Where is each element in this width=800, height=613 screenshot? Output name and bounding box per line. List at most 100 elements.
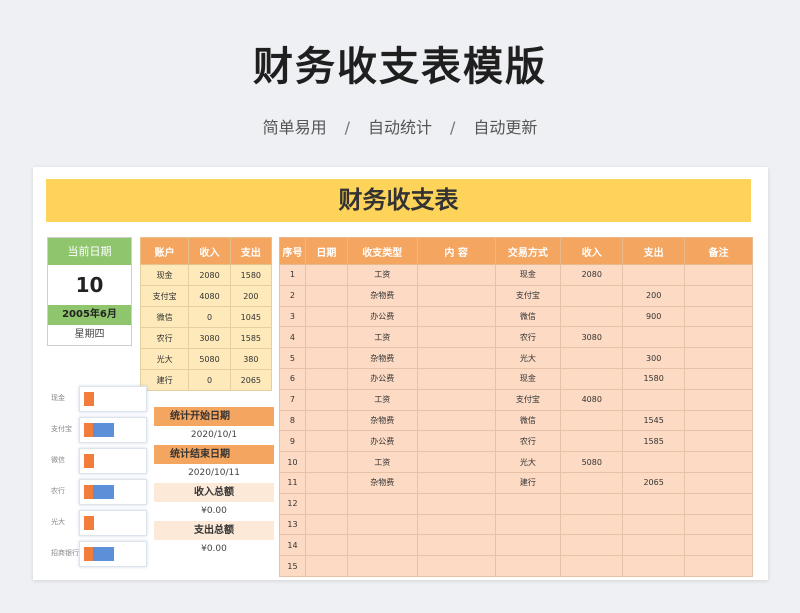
table-cell[interactable] bbox=[416, 471, 496, 494]
stat-start-value[interactable]: 2020/10/1 bbox=[154, 426, 274, 445]
table-cell[interactable]: 2065 bbox=[229, 369, 273, 391]
table-cell[interactable] bbox=[304, 409, 348, 432]
table-cell[interactable] bbox=[416, 492, 496, 515]
table-cell[interactable] bbox=[622, 451, 686, 473]
table-cell[interactable] bbox=[560, 284, 624, 307]
table-cell[interactable] bbox=[304, 451, 348, 473]
table-cell[interactable]: 工资 bbox=[346, 388, 418, 411]
table-cell[interactable]: 12 bbox=[279, 492, 306, 515]
table-cell[interactable] bbox=[560, 367, 624, 390]
table-cell[interactable]: 工资 bbox=[346, 326, 418, 349]
table-cell[interactable]: 7 bbox=[279, 388, 306, 411]
table-cell[interactable]: 现金 bbox=[494, 367, 562, 390]
table-cell[interactable] bbox=[560, 409, 624, 432]
table-cell[interactable] bbox=[684, 284, 753, 307]
table-cell[interactable]: 3080 bbox=[188, 327, 231, 349]
table-cell[interactable]: 11 bbox=[279, 471, 306, 494]
table-cell[interactable] bbox=[416, 513, 496, 536]
table-cell[interactable]: 0 bbox=[188, 369, 231, 391]
table-cell[interactable]: 支付宝 bbox=[139, 285, 190, 307]
table-cell[interactable] bbox=[560, 305, 624, 328]
table-cell[interactable] bbox=[304, 513, 348, 536]
table-cell[interactable] bbox=[304, 534, 348, 557]
table-cell[interactable] bbox=[684, 367, 753, 390]
table-cell[interactable]: 杂物费 bbox=[346, 284, 418, 307]
table-cell[interactable] bbox=[684, 264, 753, 286]
table-cell[interactable]: 8 bbox=[279, 409, 306, 432]
table-cell[interactable]: 5080 bbox=[188, 348, 231, 370]
table-cell[interactable] bbox=[494, 492, 562, 515]
table-cell[interactable]: 3080 bbox=[560, 326, 624, 349]
table-cell[interactable] bbox=[416, 555, 496, 577]
table-cell[interactable]: 办公费 bbox=[346, 430, 418, 453]
table-cell[interactable] bbox=[416, 430, 496, 453]
table-cell[interactable] bbox=[560, 471, 624, 494]
table-cell[interactable]: 微信 bbox=[139, 306, 190, 328]
table-cell[interactable]: 2080 bbox=[560, 264, 624, 286]
table-cell[interactable] bbox=[346, 534, 418, 557]
table-cell[interactable] bbox=[304, 555, 348, 577]
table-cell[interactable]: 微信 bbox=[494, 409, 562, 432]
table-cell[interactable]: 4 bbox=[279, 326, 306, 349]
table-cell[interactable] bbox=[684, 513, 753, 536]
table-cell[interactable]: 微信 bbox=[494, 305, 562, 328]
table-cell[interactable]: 14 bbox=[279, 534, 306, 557]
table-cell[interactable]: 2080 bbox=[188, 264, 231, 286]
table-cell[interactable]: 建行 bbox=[494, 471, 562, 494]
table-cell[interactable] bbox=[622, 513, 686, 536]
table-cell[interactable] bbox=[684, 430, 753, 453]
table-cell[interactable] bbox=[560, 347, 624, 369]
thumbnail-box[interactable] bbox=[79, 510, 147, 536]
table-cell[interactable]: 200 bbox=[622, 284, 686, 307]
table-cell[interactable] bbox=[416, 388, 496, 411]
table-cell[interactable] bbox=[560, 513, 624, 536]
table-cell[interactable] bbox=[304, 264, 348, 286]
table-cell[interactable] bbox=[416, 367, 496, 390]
table-cell[interactable] bbox=[684, 326, 753, 349]
table-cell[interactable] bbox=[416, 305, 496, 328]
table-cell[interactable] bbox=[304, 492, 348, 515]
table-cell[interactable]: 9 bbox=[279, 430, 306, 453]
table-cell[interactable] bbox=[416, 409, 496, 432]
table-cell[interactable] bbox=[684, 451, 753, 473]
table-cell[interactable]: 900 bbox=[622, 305, 686, 328]
table-cell[interactable] bbox=[622, 388, 686, 411]
table-cell[interactable] bbox=[684, 534, 753, 557]
table-cell[interactable] bbox=[684, 305, 753, 328]
thumbnail-box[interactable] bbox=[79, 448, 147, 474]
table-cell[interactable]: 3 bbox=[279, 305, 306, 328]
table-cell[interactable] bbox=[684, 347, 753, 369]
table-cell[interactable] bbox=[494, 555, 562, 577]
table-cell[interactable] bbox=[684, 555, 753, 577]
table-cell[interactable] bbox=[684, 492, 753, 515]
table-cell[interactable] bbox=[416, 347, 496, 369]
table-cell[interactable]: 13 bbox=[279, 513, 306, 536]
table-cell[interactable]: 农行 bbox=[494, 326, 562, 349]
table-cell[interactable] bbox=[346, 555, 418, 577]
table-cell[interactable] bbox=[622, 264, 686, 286]
table-cell[interactable]: 杂物费 bbox=[346, 409, 418, 432]
table-cell[interactable]: 光大 bbox=[494, 347, 562, 369]
table-cell[interactable]: 200 bbox=[229, 285, 273, 307]
table-cell[interactable] bbox=[684, 409, 753, 432]
thumbnail-box[interactable] bbox=[79, 541, 147, 567]
table-cell[interactable]: 杂物费 bbox=[346, 347, 418, 369]
table-cell[interactable]: 现金 bbox=[494, 264, 562, 286]
table-cell[interactable] bbox=[416, 451, 496, 473]
table-cell[interactable]: 300 bbox=[622, 347, 686, 369]
table-cell[interactable]: 农行 bbox=[139, 327, 190, 349]
table-cell[interactable] bbox=[684, 388, 753, 411]
table-cell[interactable] bbox=[416, 326, 496, 349]
table-cell[interactable] bbox=[416, 534, 496, 557]
table-cell[interactable]: 2 bbox=[279, 284, 306, 307]
table-cell[interactable] bbox=[560, 492, 624, 515]
table-cell[interactable] bbox=[494, 513, 562, 536]
table-cell[interactable]: 4080 bbox=[188, 285, 231, 307]
table-cell[interactable]: 4080 bbox=[560, 388, 624, 411]
table-cell[interactable] bbox=[560, 534, 624, 557]
table-cell[interactable]: 1545 bbox=[622, 409, 686, 432]
table-cell[interactable]: 10 bbox=[279, 451, 306, 473]
table-cell[interactable]: 光大 bbox=[494, 451, 562, 473]
table-cell[interactable]: 1580 bbox=[622, 367, 686, 390]
table-cell[interactable] bbox=[416, 284, 496, 307]
